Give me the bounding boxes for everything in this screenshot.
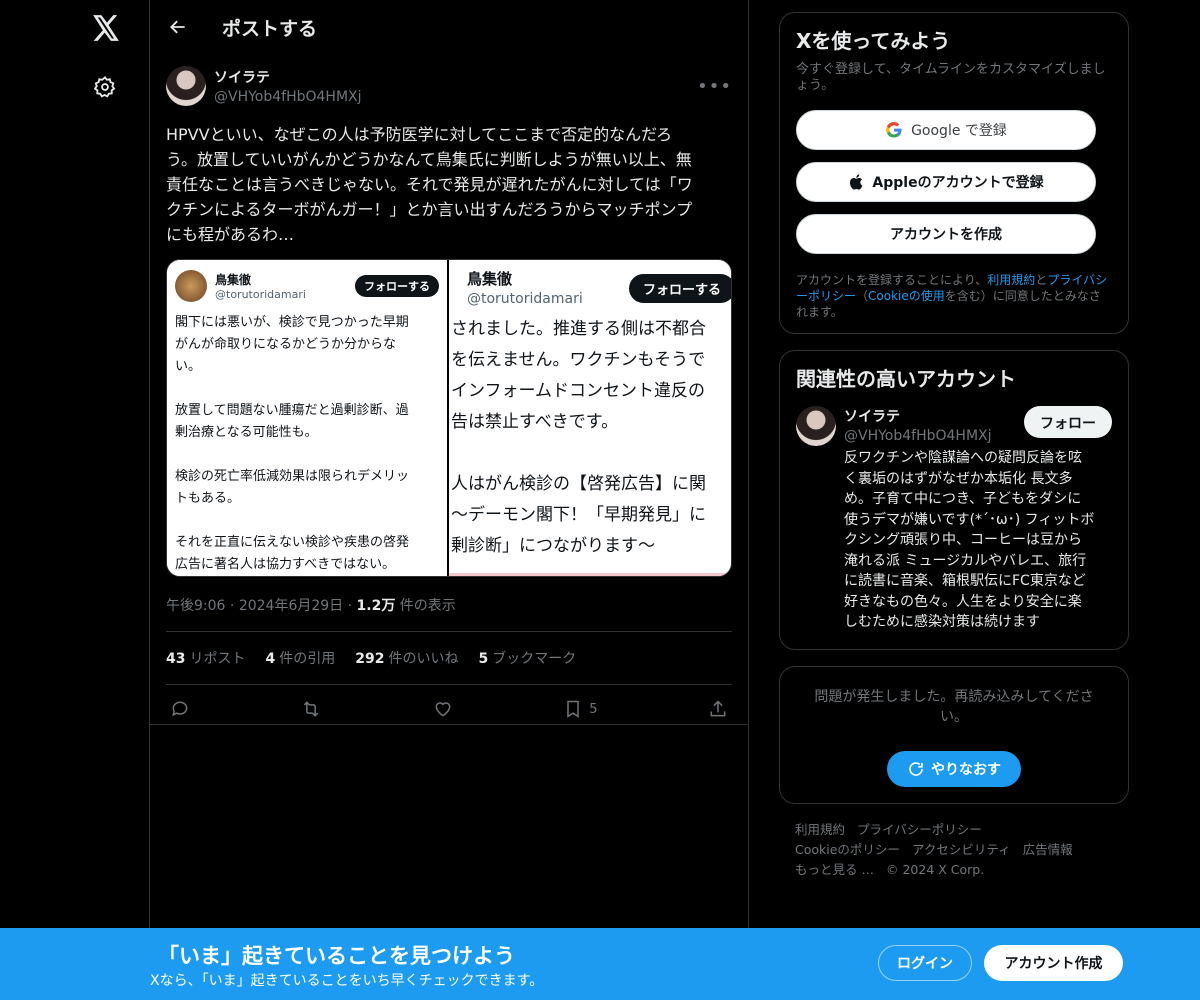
related-name[interactable]: ソイラテ bbox=[844, 406, 992, 426]
avatar[interactable] bbox=[166, 66, 206, 106]
post-detail: ソイラテ @VHYob4fHbO4HMXj ••• HPVVといい、なぜこの人は… bbox=[150, 54, 748, 733]
error-message: 問題が発生しました。再読み込みしてくださ い。 bbox=[814, 689, 1094, 725]
refresh-icon bbox=[909, 762, 923, 776]
embedded-follow-label: フォローする bbox=[628, 274, 731, 303]
footer-link-ads[interactable]: 広告情報 bbox=[1023, 842, 1073, 857]
reply-icon[interactable] bbox=[170, 699, 190, 719]
google-signup-button[interactable]: Google で登録 bbox=[796, 110, 1096, 150]
signup-title: Xを使ってみよう bbox=[796, 29, 951, 53]
post-date[interactable]: 2024年6月29日 bbox=[239, 598, 343, 614]
cookie-link[interactable]: Cookieの使用 bbox=[868, 289, 945, 303]
image-edge bbox=[449, 573, 731, 576]
post-meta: 午後9:06 · 2024年6月29日 · 1.2万 件の表示 bbox=[166, 595, 732, 632]
related-handle[interactable]: @VHYob4fHbO4HMXj bbox=[844, 428, 992, 444]
back-arrow-icon[interactable] bbox=[150, 17, 206, 37]
footer-link-privacy[interactable]: プライバシーポリシー bbox=[857, 822, 982, 837]
stat-reposts[interactable]: 43 リポスト bbox=[166, 648, 245, 668]
signup-button[interactable]: アカウント作成 bbox=[984, 945, 1123, 981]
repost-icon[interactable] bbox=[300, 699, 322, 719]
signup-card: Xを使ってみよう 今すぐ登録して、タイムラインをカスタマイズしましょう。 Goo… bbox=[779, 12, 1129, 334]
embedded-author-handle: @torutoridamari bbox=[215, 288, 306, 301]
footer-link-cookie[interactable]: Cookieのポリシー bbox=[795, 842, 900, 857]
main-column: ポストする ソイラテ @VHYob4fHbO4HMXj ••• HPVVといい、… bbox=[149, 0, 749, 1000]
views-count: 1.2万 bbox=[356, 598, 396, 614]
stat-likes[interactable]: 292 件のいいね bbox=[355, 648, 458, 668]
media-image-right[interactable]: 鳥集徹 @torutoridamari フォローする されました。推進する側は不… bbox=[449, 260, 731, 576]
post-actions: 5 bbox=[166, 685, 732, 733]
related-account[interactable]: ソイラテ @VHYob4fHbO4HMXj フォロー bbox=[796, 406, 1112, 446]
embedded-avatar bbox=[175, 270, 207, 302]
bottom-bar-subtitle: Xなら、「いま」起きていることをいち早くチェックできます。 bbox=[150, 973, 544, 989]
post-media[interactable]: 鳥集徹 @torutoridamari フォローする 閣下には悪いが、検診で見つ… bbox=[166, 259, 732, 577]
footer-link-accessibility[interactable]: アクセシビリティ bbox=[912, 842, 1011, 857]
create-account-label: アカウントを作成 bbox=[890, 227, 1002, 243]
terms-and: と bbox=[1035, 273, 1048, 287]
post-author: ソイラテ @VHYob4fHbO4HMXj ••• bbox=[166, 66, 732, 106]
footer-more[interactable]: もっと見る … bbox=[795, 862, 874, 877]
stat-bookmarks[interactable]: 5 ブックマーク bbox=[478, 648, 576, 668]
apple-signup-button[interactable]: Appleのアカウントで登録 bbox=[796, 162, 1096, 202]
embedded-author-name: 鳥集徹 bbox=[215, 273, 252, 287]
terms-text: アカウントを登録することにより、利用規約とプライバシーポリシー（Cookieの使… bbox=[796, 272, 1112, 320]
like-icon[interactable] bbox=[433, 699, 453, 719]
signup-subtitle: 今すぐ登録して、タイムラインをカスタマイズしましょう。 bbox=[796, 62, 1106, 93]
bottom-signup-bar: 「いま」起きていることを見つけよう Xなら、「いま」起きていることをいち早くチェ… bbox=[0, 928, 1200, 1000]
embedded-follow-label: フォローする bbox=[355, 275, 439, 297]
error-card: 問題が発生しました。再読み込みしてくださ い。 やりなおす bbox=[779, 666, 1129, 804]
embedded-author-name: 鳥集徹 bbox=[467, 270, 513, 288]
follow-button[interactable]: フォロー bbox=[1024, 406, 1112, 438]
embedded-author-handle: @torutoridamari bbox=[467, 291, 583, 307]
google-signup-label: Google で登録 bbox=[911, 123, 1007, 139]
footer-links: 利用規約 プライバシーポリシー Cookieのポリシー アクセシビリティ 広告情報 も… bbox=[779, 820, 1129, 880]
embedded-post-text: 閣下には悪いが、検診で見つかった早期 がんが命取りになるかどうか分からな い。 … bbox=[175, 315, 410, 572]
apple-icon bbox=[850, 174, 863, 190]
right-sidebar: Xを使ってみよう 今すぐ登録して、タイムラインをカスタマイズしましょう。 Goo… bbox=[779, 12, 1129, 880]
x-logo-icon[interactable] bbox=[86, 8, 126, 48]
left-nav bbox=[0, 0, 150, 1000]
footer-copyright: © 2024 X Corp. bbox=[885, 862, 985, 877]
settings-gear-icon[interactable] bbox=[88, 70, 122, 104]
related-accounts-card: 関連性の高いアカウント ソイラテ @VHYob4fHbO4HMXj フォロー 反… bbox=[779, 350, 1129, 650]
stat-quotes[interactable]: 4 件の引用 bbox=[265, 648, 335, 668]
bookmark-icon[interactable]: 5 bbox=[563, 699, 598, 719]
terms-paren: （ bbox=[856, 289, 869, 303]
terms-prefix: アカウントを登録することにより、 bbox=[796, 273, 988, 287]
page-header: ポストする bbox=[150, 0, 748, 54]
more-options-icon[interactable]: ••• bbox=[697, 76, 732, 97]
related-bio: 反ワクチンや陰謀論への疑問反論を呟 く裏垢のはずがなぜか本垢化 長文多 め。子育… bbox=[844, 450, 1095, 630]
views-label: 件の表示 bbox=[399, 598, 456, 614]
share-icon[interactable] bbox=[708, 699, 728, 719]
create-account-button[interactable]: アカウントを作成 bbox=[796, 214, 1096, 254]
retry-label: やりなおす bbox=[931, 762, 1001, 778]
page-title: ポストする bbox=[222, 17, 318, 40]
footer-link-terms[interactable]: 利用規約 bbox=[795, 822, 845, 837]
divider bbox=[150, 724, 748, 725]
media-image-left[interactable]: 鳥集徹 @torutoridamari フォローする 閣下には悪いが、検診で見つ… bbox=[167, 260, 449, 576]
avatar[interactable] bbox=[796, 406, 836, 446]
author-handle[interactable]: @VHYob4fHbO4HMXj bbox=[214, 89, 362, 105]
author-name[interactable]: ソイラテ bbox=[214, 67, 362, 87]
apple-signup-label: Appleのアカウントで登録 bbox=[872, 175, 1044, 191]
bookmark-count: 5 bbox=[589, 701, 598, 717]
retry-button[interactable]: やりなおす bbox=[887, 751, 1021, 787]
bottom-bar-title: 「いま」起きていることを見つけよう bbox=[158, 944, 515, 968]
google-icon bbox=[886, 121, 902, 138]
login-button[interactable]: ログイン bbox=[878, 945, 972, 981]
post-stats: 43 リポスト 4 件の引用 292 件のいいね 5 ブックマーク bbox=[166, 632, 732, 685]
terms-link[interactable]: 利用規約 bbox=[987, 273, 1035, 287]
post-text: HPVVといい、なぜこの人は予防医学に対してここまで否定的なんだろ う。放置して… bbox=[166, 125, 693, 244]
related-title: 関連性の高いアカウント bbox=[796, 367, 1016, 391]
embedded-post-text: されました。推進する側は不都合 を伝えません。ワクチンもそうで インフォームドコ… bbox=[451, 319, 706, 556]
post-time[interactable]: 午後9:06 bbox=[166, 598, 225, 614]
